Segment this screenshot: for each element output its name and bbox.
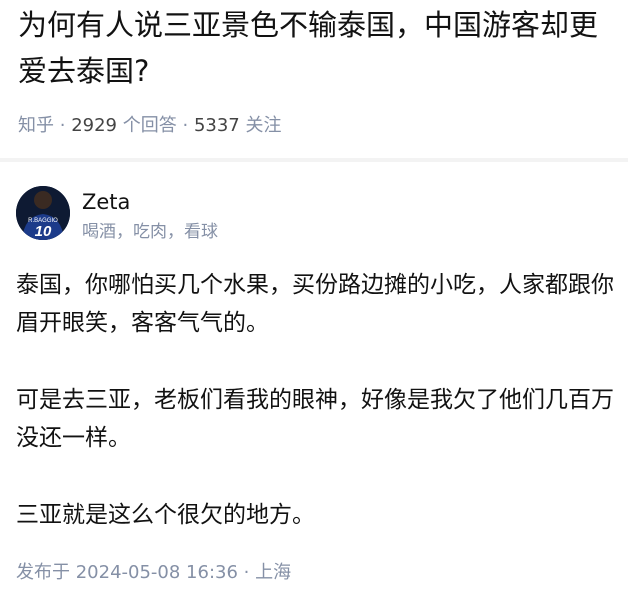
location-separator: · bbox=[243, 562, 250, 583]
answer-footer: 发布于 2024-05-08 16:36 · 上海 bbox=[16, 558, 291, 588]
source-label: 知乎 bbox=[18, 115, 54, 136]
meta-separator: · bbox=[59, 115, 66, 136]
answer-author: R.BAGGIO 10 Zeta 喝酒，吃肉，看球 bbox=[16, 186, 416, 246]
answer-count: 2929 bbox=[71, 115, 118, 136]
publish-time: 发布于 2024-05-08 16:36 bbox=[16, 562, 238, 583]
follow-count: 5337 bbox=[193, 115, 240, 136]
answer-content: 泰国，你哪怕买几个水果，买份路边摊的小吃，人家都跟你眉开眼笑，客客气气的。 可是… bbox=[16, 266, 616, 573]
section-divider bbox=[0, 158, 628, 162]
question-meta: 知乎 · 2929 个回答 · 5337 关注 bbox=[18, 112, 282, 140]
question-title[interactable]: 为何有人说三亚景色不输泰国，中国游客却更爱去泰国? bbox=[18, 2, 608, 94]
avatar[interactable]: R.BAGGIO 10 bbox=[16, 186, 70, 240]
answer-paragraph: 可是去三亚，老板们看我的眼神，好像是我欠了他们几百万没还一样。 bbox=[16, 387, 614, 451]
publish-location: 上海 bbox=[255, 562, 292, 583]
avatar-jersey-number: 10 bbox=[35, 223, 52, 240]
follow-count-label: 关注 bbox=[245, 115, 282, 136]
meta-separator: · bbox=[182, 115, 189, 136]
answer-count-label: 个回答 bbox=[122, 115, 177, 136]
answer-paragraph: 泰国，你哪怕买几个水果，买份路边摊的小吃，人家都跟你眉开眼笑，客客气气的。 bbox=[16, 272, 614, 336]
answer-paragraph: 三亚就是这么个很欠的地方。 bbox=[16, 502, 315, 528]
author-bio: 喝酒，吃肉，看球 bbox=[82, 222, 218, 242]
avatar-image: R.BAGGIO 10 bbox=[16, 186, 70, 240]
author-name[interactable]: Zeta bbox=[82, 188, 130, 216]
